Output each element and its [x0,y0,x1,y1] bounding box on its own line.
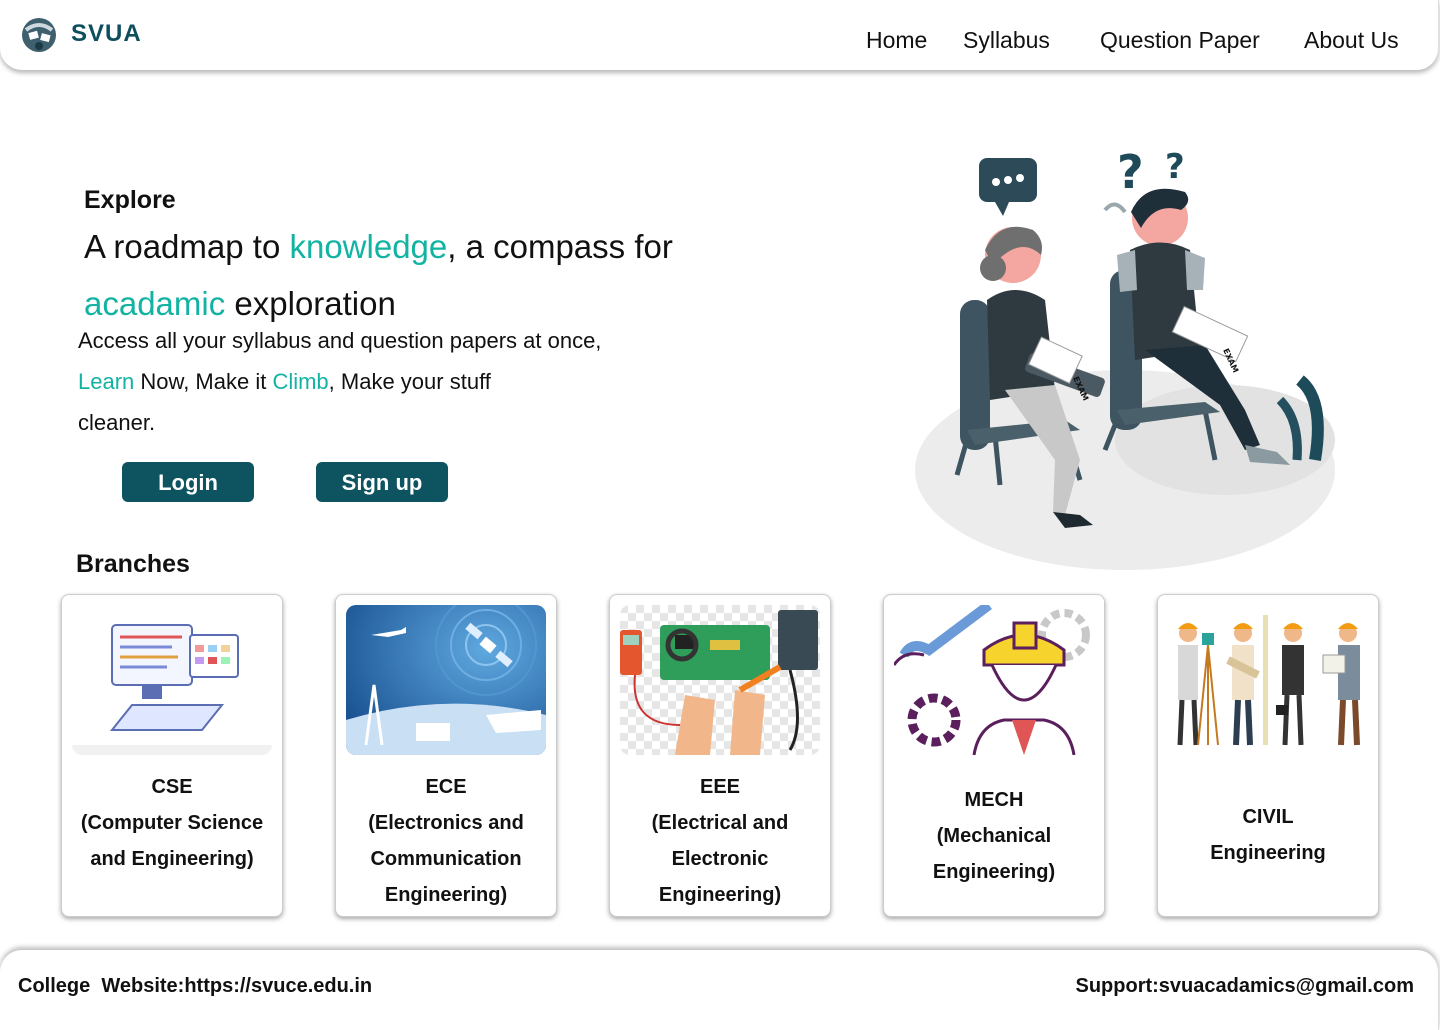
headline-highlight: knowledge [289,228,448,265]
brand-name[interactable]: SVUA [71,20,142,48]
logo-icon [22,18,56,52]
subtext-line: , Make your stuff [328,369,491,394]
satellite-icon [346,605,546,755]
branch-label-line: Communication [370,848,522,870]
top-navbar: SVUA Home Syllabus Question Paper About … [0,0,1439,70]
branch-label-line: (Electronics and [368,812,524,834]
branches-title: Branches [76,550,190,578]
branch-card-eee[interactable]: EEE (Electrical and Electronic Engineeri… [609,594,831,917]
branch-label-line: ECE [425,776,467,798]
svg-text:?: ? [1117,145,1144,199]
branch-label: CSE (Computer Science and Engineering) [62,769,282,877]
nav-question-paper[interactable]: Question Paper [1100,27,1260,54]
branch-card-civil[interactable]: CIVIL Engineering [1157,594,1379,917]
headline-text: , a compass for [447,228,673,265]
branch-label-line: (Electrical and [651,812,789,834]
branch-label: EEE (Electrical and Electronic Engineeri… [610,769,830,913]
branch-label-line: and Engineering) [90,848,254,870]
hero-headline: A roadmap to knowledge, a compass for ac… [84,218,784,332]
college-website-link[interactable]: College Website:https://svuce.edu.in [18,975,372,998]
nav-home[interactable]: Home [866,27,927,54]
computer-icon [72,605,272,755]
branch-label-line: Engineering) [658,884,782,906]
engineer-gear-icon [894,605,1094,755]
branch-label: ECE (Electronics and Communication Engin… [336,769,556,913]
branch-card-cse[interactable]: CSE (Computer Science and Engineering) [61,594,283,917]
subtext-line: Access all your syllabus and question pa… [78,328,602,353]
subtext-line: cleaner. [78,410,156,435]
branch-label-line: CIVIL [1242,806,1294,828]
nav-about-us[interactable]: About Us [1304,27,1399,54]
signup-button[interactable]: Sign up [316,462,448,502]
footer: College Website:https://svuce.edu.in Sup… [0,950,1439,1030]
circuit-board-icon [620,605,820,755]
explore-label: Explore [84,186,176,214]
branch-label: CIVIL Engineering [1158,799,1378,871]
branch-label-line: MECH [964,789,1024,811]
headline-text: exploration [225,285,396,322]
branch-label-line: EEE [699,776,741,798]
subtext-highlight: Climb [272,369,329,394]
nav-syllabus[interactable]: Syllabus [963,27,1050,54]
subtext-line: Now, Make it [134,369,273,394]
branch-label-line: Engineering) [384,884,508,906]
support-email-link[interactable]: Support:svuacadamics@gmail.com [1076,975,1415,998]
branch-card-mech[interactable]: MECH (Mechanical Engineering) [883,594,1105,917]
civil-engineers-icon [1168,605,1368,755]
svg-text:?: ? [1165,147,1185,187]
branch-label-line: CSE [151,776,193,798]
exam-students-illustration: ? ? EXAM EXAM [915,145,1335,570]
branch-card-ece[interactable]: ECE (Electronics and Communication Engin… [335,594,557,917]
branch-label-line: (Computer Science [80,812,264,834]
login-button[interactable]: Login [122,462,254,502]
hero-subtext: Access all your syllabus and question pa… [78,320,638,443]
branch-label: MECH (Mechanical Engineering) [884,782,1104,890]
headline-text: A roadmap to [84,228,290,265]
subtext-highlight: Learn [78,369,135,394]
branch-label-line: Electronic [671,848,769,870]
branch-label-line: Engineering [1210,842,1326,864]
branch-label-line: Engineering) [932,861,1056,883]
branch-label-line: (Mechanical [936,825,1052,847]
headline-highlight: acadamic [84,285,226,322]
